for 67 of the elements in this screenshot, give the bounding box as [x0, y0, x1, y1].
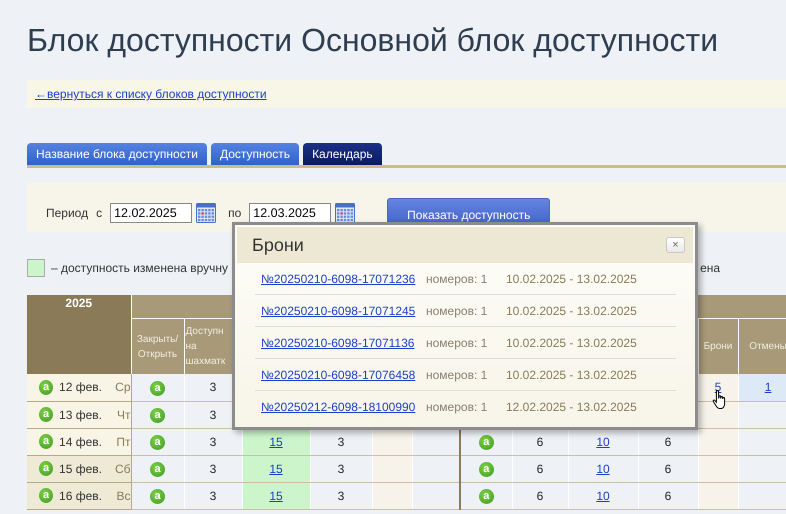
table-cell: 3: [338, 434, 344, 448]
date-label: 16 фев.: [59, 488, 103, 504]
date-label: 15 фев.: [59, 460, 103, 476]
table-cell: 6: [536, 462, 544, 476]
booking-link[interactable]: №20250210-6098-17071236: [261, 272, 426, 286]
close-button[interactable]: ×: [666, 237, 685, 253]
popup-title: Брони: [252, 234, 304, 256]
count-link[interactable]: 1: [764, 380, 772, 394]
count-link[interactable]: 10: [596, 434, 610, 448]
tab[interactable]: Название блока доступности: [27, 143, 207, 165]
date-range: 10.02.2025 - 13.02.2025: [506, 272, 637, 286]
count-link[interactable]: 15: [269, 462, 283, 476]
date-label: 13 фев.: [59, 406, 103, 422]
weekday-label: Пт: [115, 434, 130, 450]
table-cell: 3: [338, 488, 344, 502]
tab[interactable]: Календарь: [303, 143, 382, 165]
legend-swatch: [27, 258, 45, 276]
date-label: 12 фев.: [59, 379, 103, 396]
column-header: Брони: [698, 318, 738, 374]
weekday-label: Вс: [115, 488, 130, 504]
booking-link[interactable]: №20250212-6098-18100990: [261, 400, 426, 414]
date-label: 14 фев.: [59, 434, 103, 450]
tab[interactable]: Доступность: [210, 143, 300, 165]
count-link[interactable]: 15: [269, 434, 283, 448]
count-link[interactable]: 10: [596, 488, 610, 502]
calendar-icon[interactable]: [335, 203, 356, 223]
date-range: 10.02.2025 - 13.02.2025: [506, 368, 637, 382]
date-range: 10.02.2025 - 13.02.2025: [506, 336, 637, 350]
weekday-label: Чт: [116, 406, 130, 422]
column-header: Закрыть/ Открыть: [131, 318, 184, 374]
date-range: 12.02.2025 - 13.02.2025: [506, 400, 637, 414]
calendar-icon[interactable]: [196, 203, 216, 223]
to-label: по: [228, 206, 242, 220]
booking-link[interactable]: №20250210-6098-17071136: [261, 336, 426, 350]
date-field[interactable]: 12.03.2025: [249, 203, 332, 223]
table-cell: 6: [536, 434, 544, 448]
rooms-count: номеров: 1: [426, 272, 488, 286]
back-link[interactable]: ←вернуться к списку блоков доступности: [35, 87, 267, 101]
table-cell: 6: [664, 462, 672, 476]
table-cell: 3: [210, 408, 216, 422]
rooms-count: номеров: 1: [426, 304, 488, 318]
table-cell: 6: [664, 488, 672, 502]
table-cell: 6: [664, 434, 672, 448]
column-header: Отмены: [738, 318, 786, 374]
table-cell: 3: [210, 380, 216, 394]
from-label: с: [96, 206, 102, 220]
period-label: Период: [46, 206, 88, 220]
table-cell: 3: [210, 462, 216, 476]
legend-text: ена: [700, 260, 720, 274]
count-link[interactable]: 10: [596, 462, 610, 476]
rooms-count: номеров: 1: [426, 336, 488, 350]
date-range: 10.02.2025 - 13.02.2025: [506, 304, 637, 318]
booking-link[interactable]: №20250210-6098-17076458: [261, 368, 426, 382]
rooms-count: номеров: 1: [426, 400, 488, 414]
year-header: 2025: [27, 295, 131, 374]
legend-text: – доступность изменена вручну: [51, 260, 228, 274]
page-title: Блок доступности Основной блок доступности: [27, 21, 720, 60]
weekday-label: Сб: [114, 460, 130, 476]
table-cell: 3: [210, 488, 216, 502]
rooms-count: номеров: 1: [426, 368, 488, 382]
weekday-label: Ср: [114, 379, 130, 396]
count-link[interactable]: 15: [269, 488, 283, 502]
table-cell: 3: [210, 434, 216, 448]
booking-link[interactable]: №20250210-6098-17071245: [261, 304, 426, 318]
table-cell: 6: [536, 488, 544, 502]
table-cell: 3: [338, 462, 344, 476]
date-field[interactable]: 12.02.2025: [110, 203, 192, 223]
